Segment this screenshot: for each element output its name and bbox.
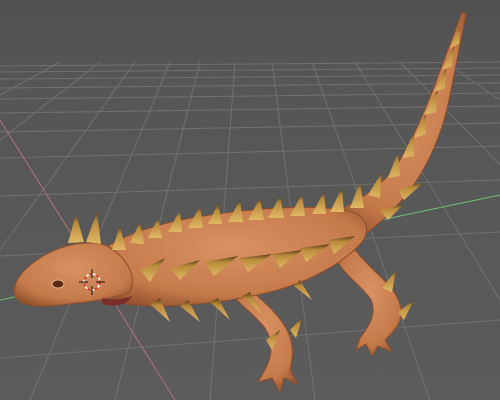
- 3d-viewport[interactable]: [0, 0, 500, 400]
- lizard-head: [13, 242, 133, 307]
- lizard-eye: [51, 279, 65, 289]
- viewport-canvas[interactable]: [0, 0, 500, 400]
- head-horn: [86, 212, 101, 244]
- front-leg: [229, 284, 300, 394]
- back-right-leg: [337, 249, 402, 358]
- lizard-body: [94, 207, 367, 307]
- head-horn: [68, 214, 84, 243]
